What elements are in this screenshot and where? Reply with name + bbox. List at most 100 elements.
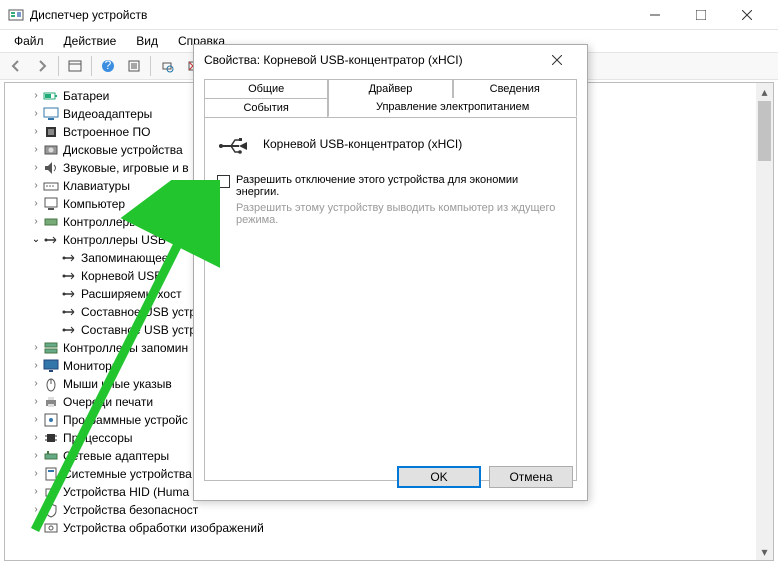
tree-item-label: Составное USB устр: [81, 321, 196, 339]
display-icon: [43, 106, 59, 122]
chevron-right-icon[interactable]: ›: [29, 105, 43, 123]
properties-dialog: Свойства: Корневой USB-концентратор (xHC…: [193, 44, 588, 501]
disk-icon: [43, 142, 59, 158]
tree-item[interactable]: › Устройства обработки изображений: [7, 519, 771, 537]
ide-icon: [43, 214, 59, 230]
tree-item-label: Процессоры: [63, 429, 133, 447]
tree-item-label: Батареи: [63, 87, 109, 105]
toolbar-separator: [91, 56, 92, 76]
tree-item-label: Клавиатуры: [63, 177, 130, 195]
tree-item-label: Контроллеры запомин: [63, 339, 188, 357]
tab-driver[interactable]: Драйвер: [328, 79, 452, 98]
usb-icon: [61, 286, 77, 302]
sys-icon: [43, 466, 59, 482]
chevron-right-icon[interactable]: ›: [29, 483, 43, 501]
dialog-close-button[interactable]: [537, 45, 577, 75]
usb-icon: [43, 232, 59, 248]
chevron-right-icon[interactable]: ›: [29, 87, 43, 105]
chevron-right-icon[interactable]: ›: [29, 213, 43, 231]
dialog-tabs: Общие Драйвер Сведения События Управлени…: [204, 79, 577, 117]
back-button[interactable]: [4, 54, 28, 78]
monitor-icon: [43, 358, 59, 374]
forward-button[interactable]: [30, 54, 54, 78]
menu-file[interactable]: Файл: [6, 32, 52, 50]
tree-item-label: Запоминающее: [81, 249, 168, 267]
tree-item-label: Сетевые адаптеры: [63, 447, 169, 465]
chevron-right-icon[interactable]: ›: [29, 501, 43, 519]
battery-icon: [43, 88, 59, 104]
tree-item-label: Дисковые устройства: [63, 141, 183, 159]
chevron-right-icon[interactable]: ›: [29, 339, 43, 357]
chevron-right-icon[interactable]: ›: [29, 195, 43, 213]
chevron-right-icon[interactable]: ›: [29, 519, 43, 537]
window-title: Диспетчер устройств: [30, 8, 632, 22]
printer-icon: [43, 394, 59, 410]
svg-text:?: ?: [105, 59, 112, 72]
scroll-thumb[interactable]: [758, 101, 771, 161]
maximize-button[interactable]: [678, 0, 724, 30]
tab-events[interactable]: События: [204, 98, 328, 117]
audio-icon: [43, 160, 59, 176]
hid-icon: [43, 484, 59, 500]
app-icon: [8, 7, 24, 23]
chevron-right-icon[interactable]: ›: [29, 177, 43, 195]
scroll-up-icon[interactable]: ▴: [756, 83, 773, 100]
pc-icon: [43, 196, 59, 212]
chevron-right-icon[interactable]: ›: [29, 465, 43, 483]
window-titlebar: Диспетчер устройств: [0, 0, 778, 30]
soft-icon: [43, 412, 59, 428]
usb-icon: [61, 268, 77, 284]
tree-item-label: Составное USB устр: [81, 303, 196, 321]
usb-icon: [61, 322, 77, 338]
chevron-right-icon[interactable]: ›: [29, 447, 43, 465]
chevron-right-icon[interactable]: ›: [29, 429, 43, 447]
tree-item-label: Устройства обработки изображений: [63, 519, 264, 537]
tree-item-label: Контроллеры USB: [63, 231, 166, 249]
tab-power-management[interactable]: Управление электропитанием: [328, 98, 577, 117]
help-button[interactable]: ?: [96, 54, 120, 78]
allow-off-checkbox[interactable]: [217, 175, 230, 188]
menu-view[interactable]: Вид: [128, 32, 166, 50]
ok-button[interactable]: OK: [397, 466, 481, 488]
scroll-down-icon[interactable]: ▾: [756, 543, 773, 560]
tree-item-label: Системные устройства: [63, 465, 192, 483]
tree-item-label: Программные устройс: [63, 411, 188, 429]
tab-details[interactable]: Сведения: [453, 79, 577, 98]
tree-item[interactable]: › Устройства безопасност: [7, 501, 771, 519]
chevron-right-icon[interactable]: ›: [29, 123, 43, 141]
tree-item-label: Корневой USB-: [81, 267, 166, 285]
chevron-right-icon[interactable]: ›: [29, 357, 43, 375]
menu-action[interactable]: Действие: [56, 32, 125, 50]
device-name: Корневой USB-концентратор (xHCI): [263, 137, 462, 151]
cancel-button[interactable]: Отмена: [489, 466, 573, 488]
allow-off-label: Разрешить отключение этого устройства дл…: [236, 174, 564, 198]
toolbar-separator: [58, 56, 59, 76]
minimize-button[interactable]: [632, 0, 678, 30]
scrollbar[interactable]: ▴ ▾: [756, 83, 773, 560]
tree-item-label: Устройства HID (Huma: [63, 483, 189, 501]
usb-icon: [61, 250, 77, 266]
chevron-right-icon[interactable]: ›: [29, 141, 43, 159]
toolbar-separator: [150, 56, 151, 76]
properties-button[interactable]: [122, 54, 146, 78]
chip-icon: [43, 124, 59, 140]
keyboard-icon: [43, 178, 59, 194]
tree-item-label: Очереди печати: [63, 393, 153, 411]
view-mode-button[interactable]: [63, 54, 87, 78]
chevron-right-icon[interactable]: ›: [29, 411, 43, 429]
tree-item-label: Компьютер: [63, 195, 125, 213]
net-icon: [43, 448, 59, 464]
dialog-titlebar: Свойства: Корневой USB-концентратор (xHC…: [194, 45, 587, 75]
tree-item-label: Устройства безопасност: [63, 501, 198, 519]
tree-item-label: Мыши иные указыв: [63, 375, 172, 393]
chevron-right-icon[interactable]: ›: [29, 393, 43, 411]
chevron-right-icon[interactable]: ›: [29, 375, 43, 393]
chevron-right-icon[interactable]: ›: [29, 159, 43, 177]
scan-button[interactable]: [155, 54, 179, 78]
tab-general[interactable]: Общие: [204, 79, 328, 98]
chevron-down-icon[interactable]: ⌄: [29, 231, 43, 249]
usb-icon: [61, 304, 77, 320]
dialog-buttons: OK Отмена: [397, 466, 573, 488]
cpu-icon: [43, 430, 59, 446]
close-button[interactable]: [724, 0, 770, 30]
